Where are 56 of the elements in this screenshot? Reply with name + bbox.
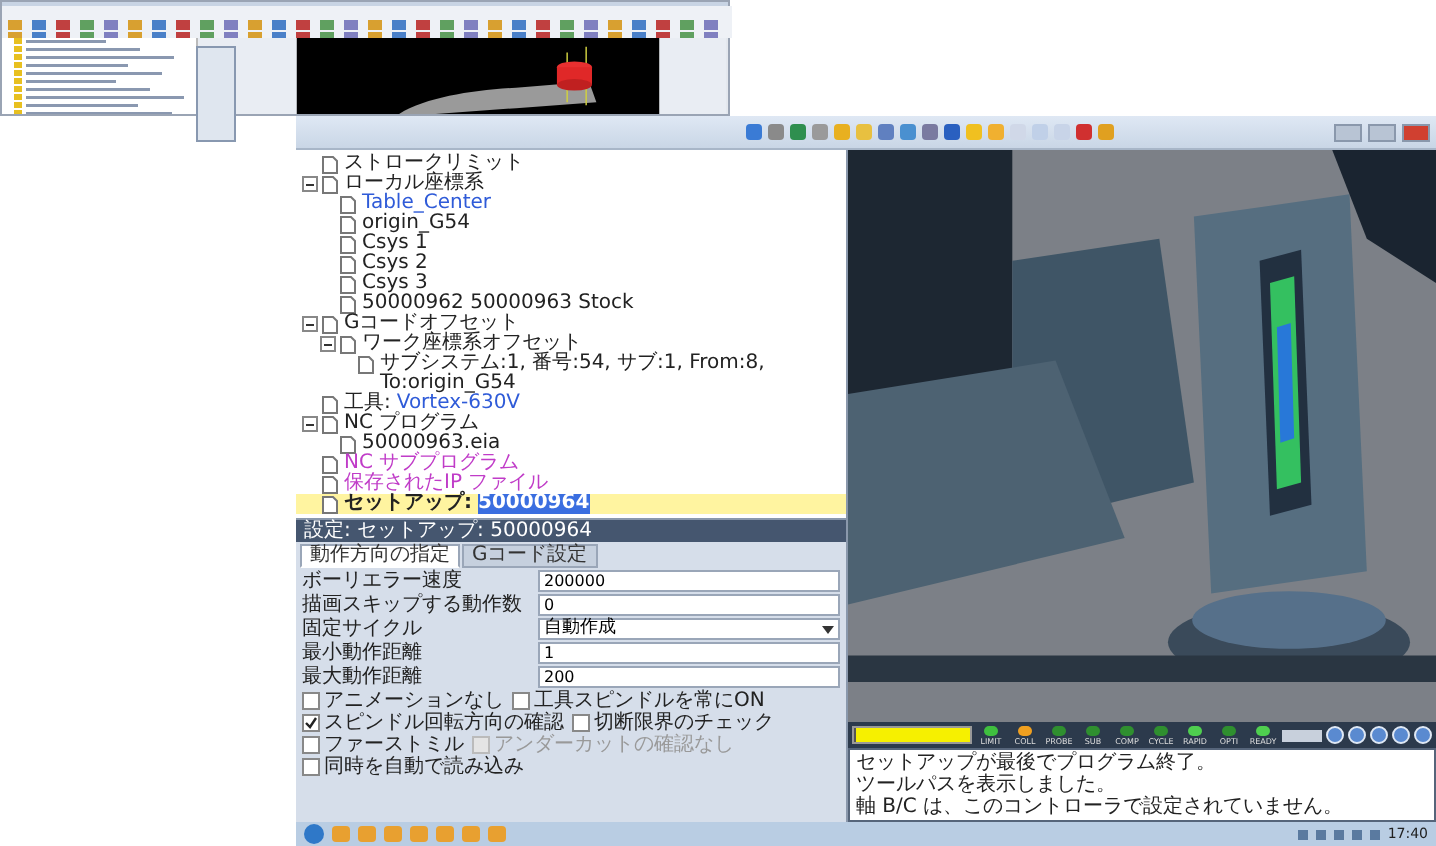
slider-track[interactable]: [1282, 729, 1322, 741]
log-message: セットアップが最後でプログラム終了。: [856, 752, 1218, 774]
expand-toggle-icon[interactable]: [302, 316, 318, 332]
number-field[interactable]: 1: [538, 642, 840, 664]
tree-item[interactable]: 保存されたIP ファイル: [296, 474, 846, 494]
option-label: アニメーションなし: [324, 691, 504, 711]
option-label: アンダーカットの確認なし: [494, 735, 734, 755]
tree-item[interactable]: 50000962 50000963 Stock: [296, 294, 846, 314]
tree-item[interactable]: Gコードオフセット: [296, 314, 846, 334]
number-field[interactable]: 200000: [538, 570, 840, 592]
number-field[interactable]: 200: [538, 666, 840, 688]
minimize-button[interactable]: [1334, 123, 1362, 141]
start-button[interactable]: [304, 824, 324, 844]
maximize-button[interactable]: [1368, 123, 1396, 141]
tree-item[interactable]: origin_G54: [296, 214, 846, 234]
tree-item[interactable]: サブシステム:1, 番号:54, サブ:1, From:8, To:origin_G54: [296, 354, 846, 394]
checkbox[interactable]: [512, 692, 530, 710]
panel-title: 設定: セットアップ: 50000964: [296, 520, 846, 542]
close-button[interactable]: [1402, 123, 1430, 141]
expand-toggle-icon[interactable]: [320, 336, 336, 352]
checkbox[interactable]: [302, 736, 320, 754]
field-label: 最小動作距離: [302, 643, 424, 663]
expand-toggle-icon[interactable]: [302, 416, 318, 432]
tree-item[interactable]: Csys 1: [296, 234, 846, 254]
tree-item[interactable]: Csys 2: [296, 254, 846, 274]
checkbox[interactable]: [302, 758, 320, 776]
checkbox[interactable]: [302, 714, 320, 732]
tab[interactable]: 動作方向の指定: [300, 544, 460, 568]
tree-item[interactable]: ローカル座標系: [296, 174, 846, 194]
tree-item[interactable]: NC サブプログラム: [296, 454, 846, 474]
field-label: ボーリエラー速度: [302, 571, 464, 591]
tree-item[interactable]: 50000963.eia: [296, 434, 846, 454]
dropdown[interactable]: 自動作成: [538, 618, 840, 640]
tree-item[interactable]: セットアップ: 50000964: [296, 494, 846, 514]
option-label: スピンドル回転方向の確認: [324, 713, 564, 733]
field-label: 固定サイクル: [302, 619, 424, 639]
field-label: 最大動作距離: [302, 667, 424, 687]
tree-item[interactable]: Table_Center: [296, 194, 846, 214]
tree-item[interactable]: ワーク座標系オフセット: [296, 334, 846, 354]
log-message: ツールパスを表示しました。: [856, 774, 1118, 796]
number-field[interactable]: 0: [538, 594, 840, 616]
option-label: 切断限界のチェック: [594, 713, 774, 733]
log-message: 軸 B/C は、このコントローラで設定されていません。: [856, 796, 1346, 818]
option-label: 同時を自動で読み込み: [324, 757, 524, 777]
tree-item[interactable]: ストロークリミット: [296, 154, 846, 174]
option-label: ファーストミル: [324, 735, 464, 755]
checkbox[interactable]: [572, 714, 590, 732]
tree-item[interactable]: Csys 3: [296, 274, 846, 294]
checkbox[interactable]: [302, 692, 320, 710]
caret-icon: [822, 625, 834, 633]
tree-item[interactable]: 工具: Vortex-630V: [296, 394, 846, 414]
field-label: 描画スキップする動作数: [302, 595, 524, 615]
tree-item[interactable]: NC プログラム: [296, 414, 846, 434]
option-label: 工具スピンドルを常にON: [534, 691, 765, 711]
expand-toggle-icon[interactable]: [302, 176, 318, 192]
tab[interactable]: Gコード設定: [462, 544, 598, 568]
